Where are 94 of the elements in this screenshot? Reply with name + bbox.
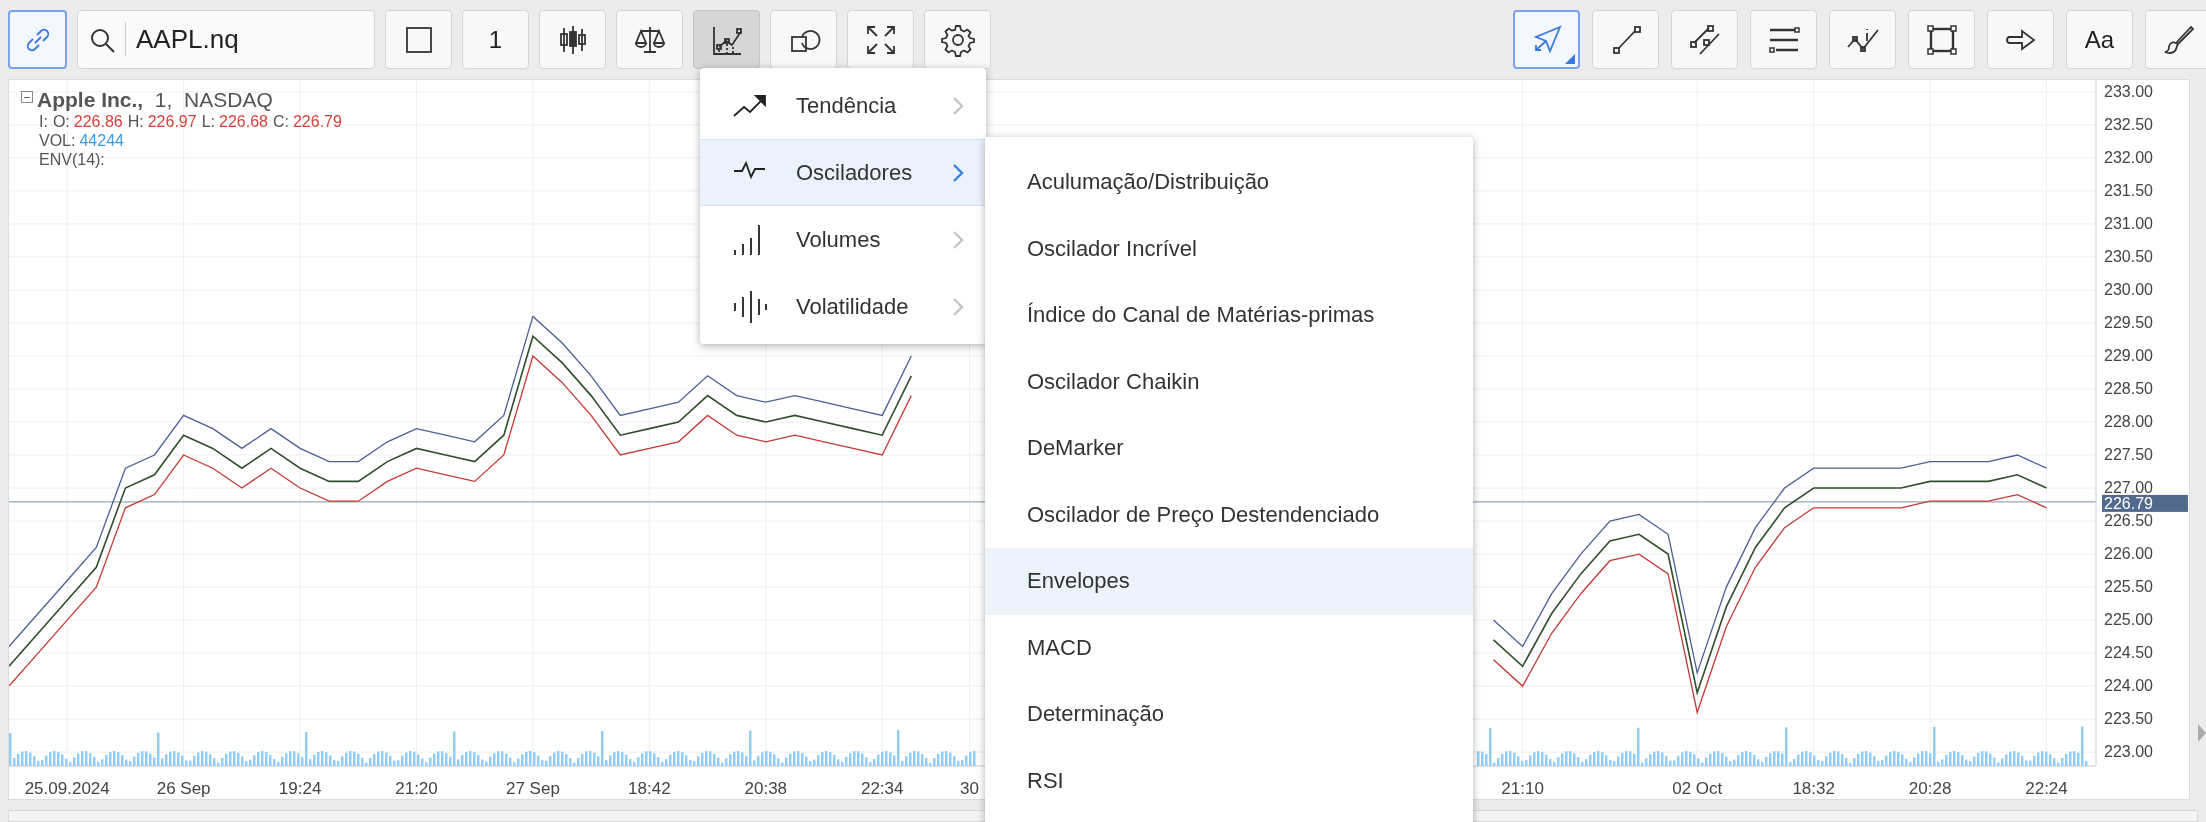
y-axis-label: 225.50 bbox=[2104, 578, 2153, 596]
shapes-button[interactable] bbox=[770, 10, 837, 69]
legend-value: 226.68 bbox=[219, 113, 268, 131]
chevron-right-icon bbox=[952, 162, 964, 183]
x-axis-label: 18:42 bbox=[628, 779, 671, 798]
y-axis-label: 232.50 bbox=[2104, 115, 2153, 133]
submenu-item[interactable]: Índice do Canal de Matérias-primas bbox=[985, 282, 1473, 349]
scales-button[interactable] bbox=[616, 10, 683, 69]
menu-item[interactable]: Osciladores bbox=[700, 139, 986, 206]
legend-label: ENV(14): bbox=[39, 151, 105, 169]
x-axis-label: 21:10 bbox=[1501, 779, 1544, 798]
submenu-item[interactable]: Aculumação/Distribuição bbox=[985, 149, 1473, 216]
y-axis-label: 228.50 bbox=[2104, 380, 2153, 397]
x-axis-label: 18:32 bbox=[1792, 779, 1835, 798]
y-axis-label: 225.00 bbox=[2104, 611, 2153, 629]
x-axis-label: 22:24 bbox=[2025, 779, 2068, 798]
x-axis-label: 26 Sep bbox=[156, 779, 211, 798]
volatility-icon bbox=[732, 288, 768, 325]
y-axis-label: 229.50 bbox=[2104, 313, 2153, 331]
link-button[interactable] bbox=[8, 10, 67, 69]
x-axis-label: 30 bbox=[960, 779, 979, 798]
text-tool-button[interactable]: Aa bbox=[2066, 10, 2133, 69]
search-icon bbox=[89, 26, 117, 55]
levels-tool-button[interactable] bbox=[1750, 10, 1817, 69]
chevron-right-icon bbox=[952, 229, 964, 250]
y-axis-label: 229.00 bbox=[2104, 347, 2153, 364]
submenu-item[interactable]: DeMarker bbox=[985, 415, 1473, 482]
legend-label: H: bbox=[127, 113, 144, 131]
y-axis-label: 227.00 bbox=[2104, 479, 2153, 497]
y-axis-label: 223.50 bbox=[2104, 710, 2153, 728]
x-axis-label: 22:34 bbox=[860, 779, 904, 798]
wave-tool-button[interactable] bbox=[1829, 10, 1896, 69]
rectangle-tool-button[interactable] bbox=[1908, 10, 1975, 69]
legend-value: 44244 bbox=[79, 132, 124, 150]
arrow-tool-button[interactable] bbox=[1987, 10, 2054, 69]
legend-title: Apple Inc., 1, NASDAQ bbox=[37, 88, 273, 112]
y-axis-label: 232.00 bbox=[2104, 148, 2153, 166]
x-axis-label: 19:24 bbox=[278, 779, 322, 798]
y-axis-label: 230.00 bbox=[2104, 280, 2153, 298]
legend-value: 226.97 bbox=[147, 113, 197, 131]
x-axis-label: 21:20 bbox=[395, 779, 438, 798]
ref-line-label: 226.79 bbox=[2104, 494, 2154, 512]
legend-label: VOL: bbox=[39, 132, 76, 150]
y-axis-label: 233.00 bbox=[2104, 82, 2153, 100]
legend-label: L: bbox=[201, 113, 215, 131]
submenu-item[interactable]: Envelopes bbox=[985, 548, 1473, 615]
menu-item[interactable]: Volumes bbox=[700, 206, 986, 273]
y-axis-label: 224.00 bbox=[2104, 677, 2153, 695]
last-price-badge: 226.79 bbox=[2102, 494, 2188, 512]
y-axis-label: 231.00 bbox=[2104, 214, 2153, 232]
legend-value: 226.86 bbox=[73, 113, 123, 131]
candles-button[interactable] bbox=[539, 10, 606, 69]
y-axis-label: 224.50 bbox=[2104, 644, 2153, 662]
parallel-tool-button[interactable] bbox=[1671, 10, 1738, 69]
submenu-item[interactable]: MACD bbox=[985, 614, 1473, 681]
indicators-button[interactable] bbox=[693, 10, 760, 69]
interval-button[interactable]: 1 bbox=[462, 10, 529, 69]
legend-label: I: bbox=[39, 113, 48, 131]
settings-icon bbox=[940, 22, 975, 57]
y-axis-label: 226.50 bbox=[2104, 512, 2153, 530]
menu-item[interactable]: Tendência bbox=[700, 72, 986, 139]
y-axis-label: 227.50 bbox=[2104, 446, 2153, 463]
settings-button[interactable] bbox=[924, 10, 991, 69]
x-axis-label: 25.09.2024 bbox=[24, 779, 110, 798]
parallel-lines-icon bbox=[1687, 22, 1722, 57]
fullscreen-button[interactable] bbox=[847, 10, 914, 69]
x-axis-label: 20:28 bbox=[1908, 779, 1952, 798]
cursor-tool-button[interactable] bbox=[1513, 10, 1580, 69]
chevron-right-icon bbox=[952, 296, 964, 317]
menu-item[interactable]: Volatilidade bbox=[700, 273, 986, 340]
submenu-item[interactable]: Oscilador Chaikin bbox=[985, 348, 1473, 415]
submenu-item[interactable]: Oscilador Incrível bbox=[985, 215, 1473, 282]
corner-triangle-icon bbox=[1565, 54, 1575, 64]
square-button[interactable] bbox=[385, 10, 452, 69]
y-axis-label: 223.00 bbox=[2104, 743, 2153, 761]
x-axis-label: 27 Sep bbox=[506, 779, 560, 798]
x-axis-label: 20:38 bbox=[744, 779, 788, 798]
y-axis-label: 231.50 bbox=[2104, 181, 2153, 199]
brush-tool-button[interactable] bbox=[2145, 10, 2206, 69]
y-axis-label: 230.50 bbox=[2104, 247, 2153, 265]
search-field[interactable]: AAPL.nq bbox=[77, 10, 375, 69]
submenu-item[interactable]: Oscilador de Preço Destendenciado bbox=[985, 481, 1473, 548]
collapse-icon[interactable] bbox=[21, 91, 33, 103]
submenu-item[interactable]: RSI bbox=[985, 747, 1473, 814]
legend-value: 226.79 bbox=[292, 113, 342, 131]
chevron-right-icon bbox=[952, 95, 964, 116]
y-axis-label: 228.00 bbox=[2104, 413, 2153, 430]
x-axis-label: 02 Oct bbox=[1672, 779, 1723, 798]
rectangle-tool-icon bbox=[1924, 22, 1959, 57]
y-axis-label: 226.00 bbox=[2104, 545, 2153, 563]
line-tool-button[interactable] bbox=[1592, 10, 1659, 69]
legend-label: O: bbox=[52, 113, 70, 131]
submenu-item[interactable]: Determinação bbox=[985, 681, 1473, 748]
legend-label: C: bbox=[272, 113, 289, 131]
